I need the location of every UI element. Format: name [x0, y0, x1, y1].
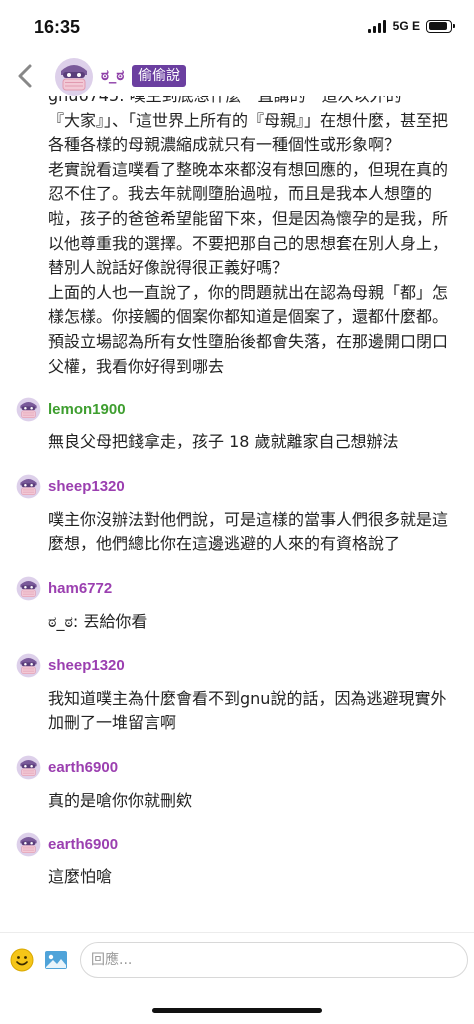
- masked-face-avatar-icon[interactable]: [16, 397, 41, 422]
- battery-icon: [426, 19, 455, 33]
- masked-face-avatar-icon[interactable]: [16, 576, 41, 601]
- response-text: ಠ_ಠ: 丟給你看: [48, 611, 148, 631]
- response-text: 真的是嗆你你就刪欸: [48, 790, 193, 810]
- battery-fill: [428, 22, 448, 30]
- responses-list: lemon1900 無良父母把錢拿走，孩子 18 歲就離家自己想辦法 sheep…: [0, 396, 474, 890]
- emoji-smile-icon[interactable]: [10, 948, 34, 972]
- response-header: ham6772: [16, 576, 456, 602]
- status-time: 16:35: [34, 17, 81, 37]
- home-indicator: [152, 1008, 322, 1013]
- response-header: sheep1320: [16, 653, 456, 679]
- response-text: 我知道噗主為什麼會看不到gnu說的話，因為逃避現實外加刪了一堆留言啊: [48, 688, 447, 733]
- response-text: 噗主你沒辦法對他們說，可是這樣的當事人們很多就是這麼想，他們總比你在這邊逃避的人…: [48, 509, 449, 554]
- status-icons: 5G E: [367, 19, 455, 33]
- response-text: 這麼怕嗆: [48, 867, 113, 887]
- image-upload-icon[interactable]: [44, 948, 68, 972]
- response-item: sheep1320 我知道噗主為什麼會看不到gnu說的話，因為逃避現實外加刪了一…: [0, 653, 474, 736]
- plurk-header: ಠ_ಠ 偷偷說: [0, 56, 474, 96]
- plurk-content[interactable]: gnu6745: 噗主到底想什麼一直講的一這次以外的『大家』」、「這世界上所有的…: [0, 96, 474, 932]
- reply-input[interactable]: [80, 942, 468, 978]
- reply-bar: [0, 932, 474, 988]
- response-username[interactable]: sheep1320: [48, 657, 125, 674]
- masked-face-avatar-icon[interactable]: [16, 653, 41, 678]
- op-comment-text: gnu6745: 噗主到底想什麼一直講的一這次以外的『大家』」、「這世界上所有的…: [0, 96, 474, 379]
- board-badge[interactable]: 偷偷說: [132, 65, 186, 87]
- chevron-left-icon[interactable]: [14, 62, 38, 90]
- response-header: sheep1320: [16, 474, 456, 500]
- response-item: lemon1900 無良父母把錢拿走，孩子 18 歲就離家自己想辦法: [0, 396, 474, 455]
- signal-icon: [367, 19, 386, 33]
- response-username[interactable]: sheep1320: [48, 478, 125, 495]
- response-header: lemon1900: [16, 396, 456, 422]
- op-comment-paragraph: 上面的人也一直說了，你的問題就出在認為母親「都」怎樣怎樣。你接觸的個案你都知道是…: [48, 282, 449, 327]
- response-text: 無良父母把錢拿走，孩子 18 歲就離家自己想辦法: [48, 432, 399, 452]
- status-bar: 16:35 5G E: [0, 0, 474, 56]
- response-username[interactable]: earth6900: [48, 836, 118, 853]
- poster-name: ಠ_ಠ: [101, 66, 125, 84]
- masked-face-avatar-icon[interactable]: [54, 57, 94, 97]
- response-item: earth6900 真的是嗆你你就刪欸: [0, 755, 474, 814]
- network-label: 5G E: [392, 19, 420, 33]
- masked-face-avatar-icon[interactable]: [16, 474, 41, 499]
- response-item: earth6900 這麼怕嗆: [0, 831, 474, 890]
- response-item: ham6772 ಠ_ಠ: 丟給你看: [0, 576, 474, 635]
- response-username[interactable]: earth6900: [48, 759, 118, 776]
- response-username[interactable]: lemon1900: [48, 401, 126, 418]
- response-username[interactable]: ham6772: [48, 580, 112, 597]
- op-comment-paragraph: gnu6745: 噗主到底想什麼一直講的一這次以外的: [48, 96, 456, 109]
- response-header: earth6900: [16, 755, 456, 781]
- response-item: sheep1320 噗主你沒辦法對他們說，可是這樣的當事人們很多就是這麼想，他們…: [0, 474, 474, 557]
- response-header: earth6900: [16, 831, 456, 857]
- masked-face-avatar-icon[interactable]: [16, 755, 41, 780]
- op-comment-paragraph: 老實說看這噗看了整晚本來都沒有想回應的，但現在真的忍不住了。我去年就剛墮胎過啦，…: [48, 159, 449, 278]
- op-comment-paragraph: 『大家』」、「這世界上所有的『母親』」在想什麼，甚至把各種各樣的母親濃縮成就只有…: [48, 110, 449, 155]
- op-comment-paragraph: 預設立場認為所有女性墮胎後都會失落，在那邊開口閉口父權，我看你好得到哪去: [48, 331, 449, 376]
- masked-face-avatar-icon[interactable]: [16, 832, 41, 857]
